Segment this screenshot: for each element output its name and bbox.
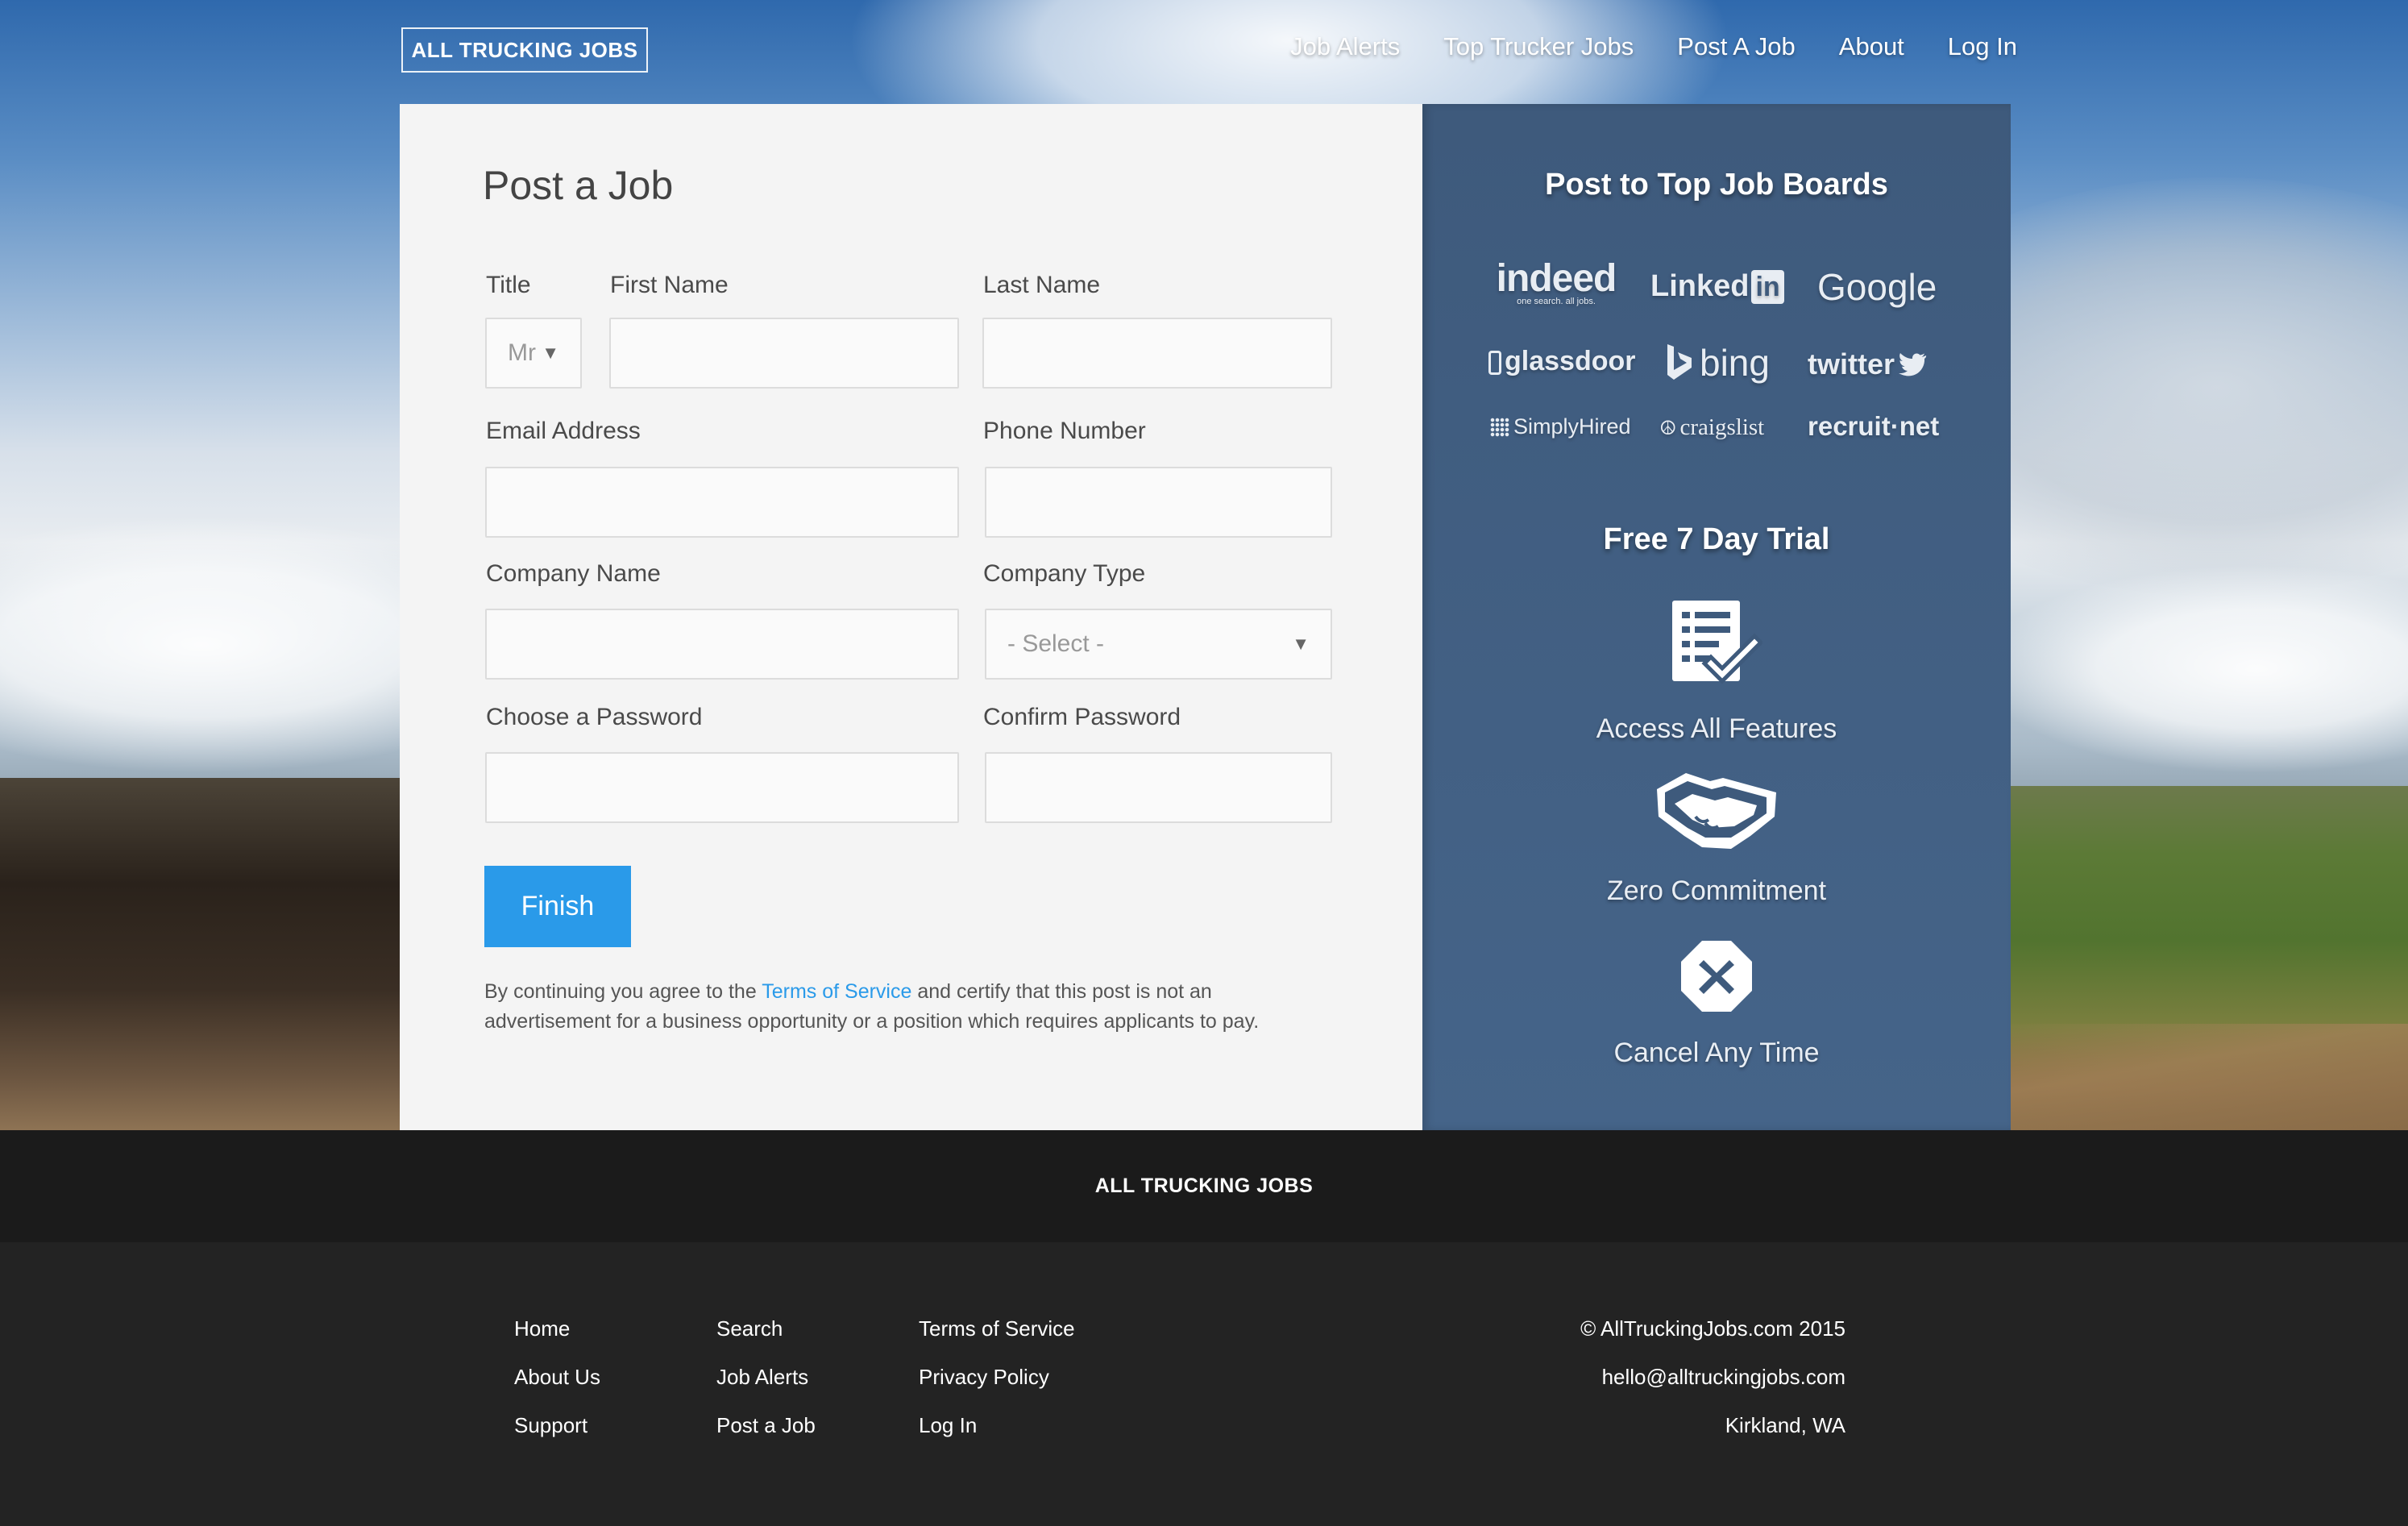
nav-log-in[interactable]: Log In	[1948, 32, 2017, 61]
simplyhired-logo: SimplyHired	[1490, 414, 1631, 439]
footer-link-home[interactable]: Home	[514, 1316, 600, 1341]
phone-input[interactable]	[985, 467, 1332, 538]
footer-col-1: Home About Us Support	[514, 1316, 600, 1462]
top-nav: Job Alerts Top Trucker Jobs Post A Job A…	[1290, 32, 2017, 61]
footer-link-about-us[interactable]: About Us	[514, 1365, 600, 1389]
sidebar-promo: Post to Top Job Boards indeed one search…	[1422, 104, 2011, 1130]
password-input[interactable]	[485, 752, 959, 823]
footer-col-2: Search Job Alerts Post a Job	[716, 1316, 816, 1462]
footer-link-post-a-job[interactable]: Post a Job	[716, 1413, 816, 1437]
boards-title: Post to Top Job Boards	[1545, 168, 1888, 202]
footer-col-3: Terms of Service Privacy Policy Log In	[919, 1316, 1075, 1462]
contact-email[interactable]: hello@alltruckingjobs.com	[1580, 1365, 1845, 1389]
confirm-password-input[interactable]	[985, 752, 1332, 823]
footer-link-log-in[interactable]: Log In	[919, 1413, 1075, 1437]
footer-link-terms[interactable]: Terms of Service	[919, 1316, 1075, 1341]
title-select[interactable]: Mr ▼	[485, 318, 582, 389]
feature-label: Cancel Any Time	[1613, 1037, 1820, 1068]
footer: Home About Us Support Search Job Alerts …	[0, 1242, 2408, 1526]
post-job-form: Post a Job Title First Name Last Name Mr…	[400, 104, 1422, 1130]
twitter-bird-icon	[1899, 353, 1927, 376]
bing-icon	[1667, 344, 1692, 380]
company-name-label: Company Name	[486, 560, 661, 587]
company-type-select-value: - Select -	[1007, 630, 1105, 657]
footer-link-support[interactable]: Support	[514, 1413, 600, 1437]
first-name-label: First Name	[610, 272, 729, 298]
chevron-down-icon: ▼	[542, 343, 559, 363]
nav-post-a-job[interactable]: Post A Job	[1677, 32, 1796, 61]
footer-link-job-alerts[interactable]: Job Alerts	[716, 1365, 816, 1389]
finish-button[interactable]: Finish	[484, 866, 631, 947]
handshake-icon	[1422, 770, 2011, 850]
copyright: © AllTruckingJobs.com 2015	[1580, 1316, 1845, 1341]
linkedin-logo: Linked in	[1650, 269, 1784, 304]
title-select-value: Mr	[508, 339, 536, 366]
last-name-label: Last Name	[983, 272, 1101, 298]
chevron-down-icon: ▼	[1292, 634, 1310, 654]
indeed-logo: indeed one search. all jobs.	[1496, 257, 1617, 307]
checklist-icon	[1422, 599, 2011, 684]
nav-about[interactable]: About	[1839, 32, 1904, 61]
confirm-password-label: Confirm Password	[983, 704, 1181, 730]
first-name-input[interactable]	[609, 318, 959, 389]
company-type-label: Company Type	[983, 560, 1146, 587]
trial-title: Free 7 Day Trial	[1603, 522, 1830, 556]
footer-info: © AllTruckingJobs.com 2015 hello@alltruc…	[1580, 1316, 1845, 1462]
bing-logo: bing	[1666, 341, 1770, 385]
nav-top-trucker-jobs[interactable]: Top Trucker Jobs	[1443, 32, 1634, 61]
feature-label: Zero Commitment	[1606, 875, 1827, 906]
footer-brand[interactable]: ALL TRUCKING JOBS	[1095, 1175, 1314, 1198]
terms-of-service-link[interactable]: Terms of Service	[762, 980, 911, 1003]
google-logo: Google	[1817, 266, 1937, 308]
footer-link-search[interactable]: Search	[716, 1316, 816, 1341]
password-label: Choose a Password	[486, 704, 703, 730]
recruitnet-logo: recruit·net	[1808, 411, 1940, 441]
form-title: Post a Job	[483, 163, 674, 208]
nav-job-alerts[interactable]: Job Alerts	[1290, 32, 1400, 61]
field-left	[0, 778, 419, 1130]
email-input[interactable]	[485, 467, 959, 538]
twitter-logo: twitter	[1808, 347, 1927, 381]
last-name-input[interactable]	[982, 318, 1332, 389]
email-label: Email Address	[486, 418, 641, 444]
craigslist-logo: ☮ craigslist	[1659, 414, 1765, 440]
company-name-input[interactable]	[485, 609, 959, 680]
footer-brand-bar: ALL TRUCKING JOBS	[0, 1130, 2408, 1242]
title-label: Title	[486, 272, 531, 298]
footer-link-privacy[interactable]: Privacy Policy	[919, 1365, 1075, 1389]
glassdoor-logo: glassdoor	[1488, 346, 1635, 377]
company-type-select[interactable]: - Select - ▼	[985, 609, 1332, 680]
feature-label: Access All Features	[1596, 713, 1837, 744]
phone-label: Phone Number	[983, 418, 1146, 444]
terms-notice: By continuing you agree to the Terms of …	[484, 980, 1260, 1033]
brand-logo[interactable]: ALL TRUCKING JOBS	[401, 27, 648, 73]
cancel-icon	[1422, 939, 2011, 1013]
location: Kirkland, WA	[1725, 1413, 1845, 1437]
